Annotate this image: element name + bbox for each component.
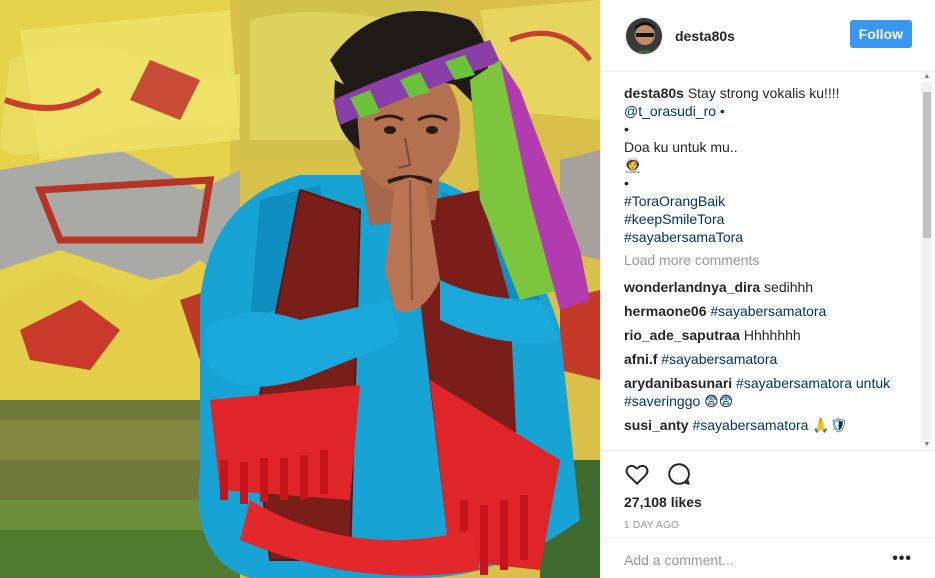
comment-user[interactable]: wonderlandnya_dira (624, 279, 760, 295)
comment-row: susi_anty #sayabersamatora 🙏🛡 (624, 416, 914, 434)
comment-text-continued[interactable]: #saveringgo 😨😨 (624, 393, 733, 409)
add-comment-input[interactable] (624, 552, 874, 568)
comment-row: afni.f #sayabersamatora (624, 350, 914, 368)
instagram-post: desta80s Follow desta80s Stay strong vok… (0, 0, 935, 578)
follow-button[interactable]: Follow (849, 20, 912, 48)
comment-text: sedihhh (764, 279, 814, 295)
scroll-down-arrow-icon[interactable]: ▼ (922, 440, 932, 450)
comment-text[interactable]: #sayabersamatora (661, 351, 777, 367)
caption-hashtag[interactable]: #sayabersamaTora (624, 228, 914, 246)
post-photo[interactable] (0, 0, 600, 578)
caption-hashtag[interactable]: #ToraOrangBaik (624, 192, 914, 210)
post-side-panel: desta80s Follow desta80s Stay strong vok… (600, 0, 935, 578)
avatar[interactable] (625, 16, 663, 55)
comment-user[interactable]: arydanibasunari (624, 375, 732, 391)
post-header: desta80s Follow (601, 0, 935, 72)
comments-scrollbar[interactable]: ▲ ▼ (922, 72, 932, 450)
comment-text[interactable]: #sayabersamatora (710, 303, 826, 319)
load-more-comments-link[interactable]: Load more comments (624, 252, 914, 268)
comment-text: Hhhhhhh (743, 327, 801, 343)
post-photo-illustration (0, 0, 600, 578)
add-comment-section: ••• (601, 537, 935, 578)
caption-bullet: • (624, 121, 629, 137)
caption-prayer-line: Doa ku untuk mu.. (624, 139, 738, 155)
comment-text[interactable]: #sayabersamatora untuk (736, 375, 890, 391)
comment-row: arydanibasunari #sayabersamatora untuk #… (624, 374, 914, 410)
avatar-image (626, 17, 662, 54)
caption-mention[interactable]: @t_orasudi_ro • (624, 102, 914, 120)
post-date: 1 DAY AGO (624, 520, 680, 531)
heart-icon[interactable] (624, 461, 650, 487)
caption-emoji: 👩‍🚀 (624, 157, 642, 173)
comment-user[interactable]: susi_anty (624, 417, 689, 433)
action-icons (624, 461, 692, 487)
caption: desta80s Stay strong vokalis ku!!!! @t_o… (624, 84, 914, 246)
comment-user[interactable]: hermaone06 (624, 303, 706, 319)
comment-user[interactable]: afni.f (624, 351, 657, 367)
comment-row: rio_ade_saputraa Hhhhhhh (624, 326, 914, 344)
post-username[interactable]: desta80s (675, 28, 735, 44)
comment-text[interactable]: #sayabersamatora 🙏🛡 (692, 417, 847, 433)
caption-hashtag[interactable]: #keepSmileTora (624, 210, 914, 228)
comment-row: wonderlandnya_dira sedihhh (624, 278, 914, 296)
caption-text: Stay strong vokalis ku!!!! (687, 85, 840, 101)
scroll-up-arrow-icon[interactable]: ▲ (922, 72, 932, 82)
comment-row: hermaone06 #sayabersamatora (624, 302, 914, 320)
caption-bullet: • (624, 175, 629, 191)
comment-icon[interactable] (666, 461, 692, 487)
comments-list: desta80s Stay strong vokalis ku!!!! @t_o… (624, 84, 914, 448)
comment-user[interactable]: rio_ade_saputraa (624, 327, 740, 343)
more-options-icon[interactable]: ••• (892, 550, 912, 568)
post-actions: 27,108 likes 1 DAY AGO ••• (601, 450, 935, 578)
caption-user[interactable]: desta80s (624, 85, 684, 101)
caption-first-line: desta80s Stay strong vokalis ku!!!! (624, 84, 914, 102)
likes-count[interactable]: 27,108 likes (624, 494, 702, 510)
scrollbar-thumb[interactable] (923, 92, 931, 238)
